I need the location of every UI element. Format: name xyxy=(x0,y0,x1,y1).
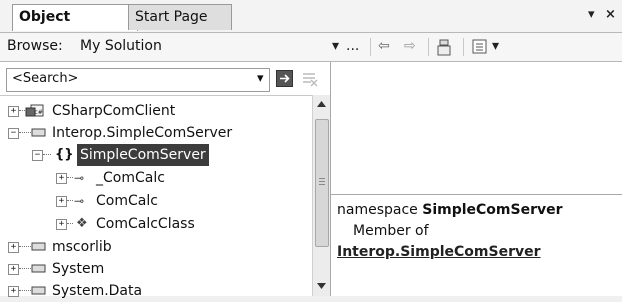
browse-label: Browse: xyxy=(7,38,63,54)
tree-item-label: System.Data xyxy=(52,283,143,299)
scroll-down-icon[interactable] xyxy=(317,283,326,289)
clear-search-icon[interactable] xyxy=(301,70,319,88)
search-input[interactable]: <Search> ▾ xyxy=(6,68,270,92)
document-tab-strip: Object Browser Start Page ▾ × xyxy=(0,0,622,50)
tab-start-page[interactable]: Start Page xyxy=(128,4,232,30)
tree-item-label: Interop.SimpleComServer xyxy=(52,125,233,141)
assembly-icon xyxy=(31,264,46,273)
settings-dropdown-icon[interactable]: ▾ xyxy=(492,38,499,54)
expand-icon[interactable]: + xyxy=(8,242,19,253)
namespace-icon: {} xyxy=(55,147,74,162)
tree-item-label: System xyxy=(52,261,105,277)
assembly-icon xyxy=(31,242,46,251)
object-browser-settings-icon[interactable] xyxy=(472,39,488,55)
assembly-icon xyxy=(31,128,46,137)
expand-icon[interactable]: + xyxy=(56,219,67,230)
parent-assembly-link[interactable]: Interop.SimpleComServer xyxy=(337,244,541,260)
forward-icon[interactable]: ⇨ xyxy=(404,38,416,54)
tree-item-label-selected: SimpleComServer xyxy=(77,144,209,166)
search-bar: <Search> ▾ xyxy=(6,66,324,92)
declaration-name: SimpleComServer xyxy=(422,202,563,218)
tree-item-label: mscorlib xyxy=(52,239,112,255)
description-declaration: namespace SimpleComServer xyxy=(337,202,563,218)
edit-custom-component-set-button[interactable]: ... xyxy=(346,38,359,54)
declaration-keyword: namespace xyxy=(337,202,418,218)
add-reference-icon[interactable] xyxy=(437,39,455,56)
browse-toolbar: Browse: My Solution ▾ ... ⇦ ⇨ ▾ xyxy=(0,33,622,62)
assembly-icon xyxy=(31,286,46,295)
expand-icon[interactable]: + xyxy=(8,264,19,275)
tab-object-browser[interactable]: Object Browser xyxy=(12,4,138,50)
objects-pane: <Search> ▾ + c# CSharpComClient − Intero… xyxy=(0,62,331,299)
project-icon: c# xyxy=(25,104,44,117)
interface-icon: ⊸ xyxy=(74,194,85,208)
scrollbar-thumb[interactable] xyxy=(315,119,329,247)
scroll-up-icon[interactable] xyxy=(317,101,326,107)
back-icon[interactable]: ⇦ xyxy=(378,38,390,54)
svg-text:c#: c# xyxy=(35,109,43,116)
objects-tree: + c# CSharpComClient − Interop.SimpleCom… xyxy=(0,95,312,299)
tree-item-label: CSharpComClient xyxy=(52,103,176,119)
expand-icon[interactable]: + xyxy=(56,173,67,184)
tree-item-label: _ComCalc xyxy=(96,170,165,186)
interface-icon: ⊸ xyxy=(74,171,85,185)
expand-icon[interactable]: + xyxy=(8,286,19,297)
tree-scrollbar[interactable] xyxy=(312,95,330,296)
search-dropdown-icon[interactable]: ▾ xyxy=(257,71,264,86)
browse-scope-select[interactable]: My Solution xyxy=(80,38,162,54)
members-pane xyxy=(331,62,622,195)
expand-icon[interactable]: + xyxy=(56,196,67,207)
expand-icon[interactable]: + xyxy=(8,106,19,117)
tree-item-label: ComCalcClass xyxy=(96,216,195,232)
description-pane: namespace SimpleComServer Member of Inte… xyxy=(331,195,622,296)
member-of-label: Member of xyxy=(353,223,429,239)
browse-scope-dropdown-icon[interactable]: ▾ xyxy=(332,38,339,54)
close-icon[interactable]: × xyxy=(605,7,616,22)
class-icon: ❖ xyxy=(76,216,88,231)
collapse-icon[interactable]: − xyxy=(32,150,43,161)
search-placeholder: <Search> xyxy=(12,71,79,86)
tree-item-label: ComCalc xyxy=(96,193,158,209)
search-go-icon[interactable] xyxy=(276,70,294,88)
window-position-dropdown-icon[interactable]: ▾ xyxy=(588,7,595,22)
collapse-icon[interactable]: − xyxy=(8,128,19,139)
